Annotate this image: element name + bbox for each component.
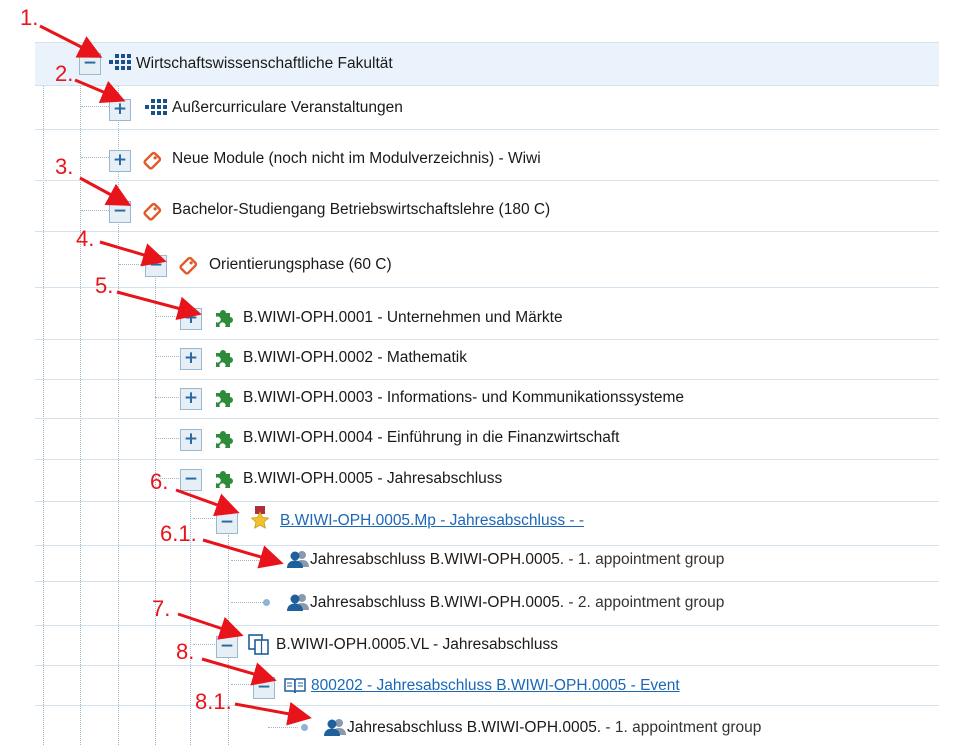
group-suffix: - 1. appointment group <box>601 719 762 736</box>
collapse-toggle[interactable]: − <box>145 255 167 277</box>
group-title: Jahresabschluss B.WIWI-OPH.0005. <box>347 719 602 736</box>
annotation-label-8: 8. <box>176 639 195 664</box>
annotation-label-6-1: 6.1. <box>160 521 197 546</box>
tree-node-label[interactable]: B.WIWI-OPH.0005 - Jahresabschluss <box>243 469 502 489</box>
connector <box>81 157 111 158</box>
collapse-toggle[interactable]: − <box>216 512 238 534</box>
tag-icon <box>143 151 162 170</box>
group-title: Jahresabschluss B.WIWI-OPH.0005. <box>310 551 565 568</box>
expand-toggle[interactable]: + <box>180 429 202 451</box>
annotation-label-3: 3. <box>55 154 74 179</box>
tree-row-module-expanded: − B.WIWI-OPH.0005 - Jahresabschluss <box>35 458 939 502</box>
expand-toggle[interactable]: + <box>109 99 131 121</box>
tree-node-label[interactable]: Außercurriculare Veranstaltungen <box>172 98 403 118</box>
annotation-label-2: 2. <box>55 61 74 86</box>
expand-toggle[interactable]: + <box>109 150 131 172</box>
expand-toggle[interactable]: + <box>180 308 202 330</box>
tree-node-label[interactable]: Jahresabschluss B.WIWI-OPH.0005. - 1. ap… <box>347 718 761 738</box>
tree-row-course: − B.WIWI-OPH.0005.VL - Jahresabschluss <box>35 622 939 666</box>
tree-view: − Wirtschaftswissenschaftliche Fakultät … <box>0 0 954 745</box>
tree-node-label[interactable]: Jahresabschluss B.WIWI-OPH.0005. - 2. ap… <box>310 593 724 613</box>
tree-row-module: + B.WIWI-OPH.0003 - Informations- und Ko… <box>35 375 939 419</box>
tree-row-faculty: − Wirtschaftswissenschaftliche Fakultät <box>35 42 939 86</box>
tree-node-label[interactable]: B.WIWI-OPH.0003 - Informations- und Komm… <box>243 388 684 408</box>
tree-node-link[interactable]: B.WIWI-OPH.0005.Mp - Jahresabschluss - - <box>280 511 584 531</box>
annotation-label-5: 5. <box>95 273 114 298</box>
tree-node-link[interactable]: 800202 - Jahresabschluss B.WIWI-OPH.0005… <box>311 676 680 696</box>
tree-row-event: − 800202 - Jahresabschluss B.WIWI-OPH.00… <box>35 662 939 706</box>
group-icon <box>324 719 346 736</box>
tree-row-appointment-group: Jahresabschluss B.WIWI-OPH.0005. - 1. ap… <box>35 706 939 745</box>
connector <box>81 210 111 211</box>
expand-toggle[interactable]: + <box>180 388 202 410</box>
annotation-label-6: 6. <box>150 469 169 494</box>
faculty-grid-icon <box>109 54 131 70</box>
group-icon <box>287 594 309 611</box>
leaf-bullet <box>301 724 308 731</box>
group-suffix: - 2. appointment group <box>564 594 725 611</box>
tree-node-label[interactable]: B.WIWI-OPH.0005.VL - Jahresabschluss <box>276 635 558 655</box>
annotation-label-4: 4. <box>76 226 95 251</box>
tree-row-bachelor: − Bachelor-Studiengang Betriebswirtschaf… <box>35 188 939 232</box>
tree-node-label[interactable]: Orientierungsphase (60 C) <box>209 255 392 275</box>
group-suffix: - 1. appointment group <box>564 551 725 568</box>
group-title: Jahresabschluss B.WIWI-OPH.0005. <box>310 594 565 611</box>
puzzle-icon <box>216 310 233 327</box>
tree-row-module: + B.WIWI-OPH.0002 - Mathematik <box>35 336 939 380</box>
collapse-toggle[interactable]: − <box>253 677 275 699</box>
tree-node-label[interactable]: B.WIWI-OPH.0001 - Unternehmen und Märkte <box>243 308 563 328</box>
connector <box>268 727 298 728</box>
puzzle-icon <box>216 431 233 448</box>
puzzle-icon <box>216 390 233 407</box>
tree-row-orientation: − Orientierungsphase (60 C) <box>35 244 939 288</box>
tag-icon <box>143 202 162 221</box>
collapse-toggle[interactable]: − <box>180 469 202 491</box>
tree-node-label[interactable]: Neue Module (noch nicht im Modulverzeich… <box>172 149 541 169</box>
collapse-toggle[interactable]: − <box>79 53 101 75</box>
collapse-toggle[interactable]: − <box>216 636 238 658</box>
expand-toggle[interactable]: + <box>180 348 202 370</box>
course-copy-icon <box>248 634 269 655</box>
tag-icon <box>179 256 198 275</box>
puzzle-icon <box>216 471 233 488</box>
tree-node-label[interactable]: B.WIWI-OPH.0002 - Mathematik <box>243 348 467 368</box>
exam-star-icon <box>250 506 270 529</box>
tree-row-appointment-group: Jahresabschluss B.WIWI-OPH.0005. - 2. ap… <box>35 582 939 626</box>
puzzle-icon <box>216 350 233 367</box>
annotation-label-7: 7. <box>152 596 171 621</box>
tree-node-label[interactable]: Wirtschaftswissenschaftliche Fakultät <box>136 54 393 74</box>
tree-row-extracurricular: + Außercurriculare Veranstaltungen <box>35 86 939 130</box>
tree-row-new-modules: + Neue Module (noch nicht im Modulverzei… <box>35 137 939 181</box>
connector <box>231 560 263 561</box>
leaf-bullet <box>263 599 270 606</box>
book-icon <box>284 678 306 694</box>
annotation-label-8-1: 8.1. <box>195 689 232 714</box>
leaf-bullet <box>263 556 270 563</box>
tree-row-module: + B.WIWI-OPH.0004 - Einführung in die Fi… <box>35 416 939 460</box>
tree-node-label[interactable]: Bachelor-Studiengang Betriebswirtschafts… <box>172 200 550 220</box>
tree-node-label[interactable]: Jahresabschluss B.WIWI-OPH.0005. - 1. ap… <box>310 550 724 570</box>
connector <box>231 602 263 603</box>
group-icon <box>287 551 309 568</box>
annotation-label-1: 1. <box>20 5 39 30</box>
collapse-toggle[interactable]: − <box>109 201 131 223</box>
tree-row-module: + B.WIWI-OPH.0001 - Unternehmen und Märk… <box>35 296 939 340</box>
tree-node-label[interactable]: B.WIWI-OPH.0004 - Einführung in die Fina… <box>243 428 619 448</box>
faculty-grid-icon <box>145 99 167 115</box>
